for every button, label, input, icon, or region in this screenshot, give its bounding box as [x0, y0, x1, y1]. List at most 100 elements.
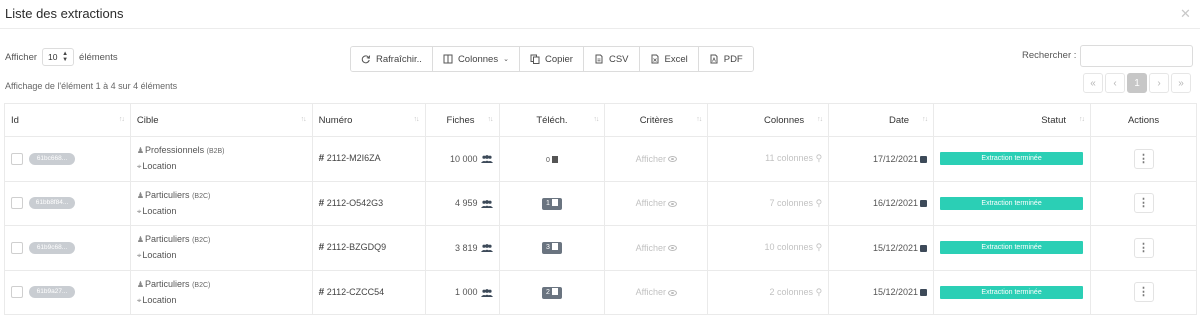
- id-pill: 61b9a27...: [29, 286, 75, 299]
- criteres-link[interactable]: Afficher: [636, 243, 666, 253]
- cell-criteres[interactable]: Afficher: [604, 136, 709, 182]
- cell-date: 15/12/2021: [828, 225, 935, 271]
- page-title: Liste des extractions: [5, 6, 124, 21]
- next-page-button[interactable]: ›: [1149, 73, 1169, 93]
- hash-icon: #: [318, 242, 325, 254]
- col-header-criteres[interactable]: Critères ↑↓: [604, 103, 709, 137]
- colonnes-link[interactable]: 7 colonnes: [770, 198, 814, 208]
- select-arrows-icon: ▲ ▼: [62, 51, 69, 63]
- page-1-button[interactable]: 1: [1127, 73, 1147, 93]
- cell-criteres[interactable]: Afficher: [604, 180, 709, 226]
- file-icon: [551, 198, 558, 206]
- close-icon[interactable]: ✕: [1180, 6, 1191, 22]
- col-header-fiches[interactable]: Fiches ↑↓: [424, 103, 500, 137]
- downloads-value: 2: [545, 288, 550, 296]
- hash-icon: #: [318, 286, 325, 298]
- excel-button[interactable]: Excel: [639, 47, 699, 71]
- zoom-icon: ⚲: [815, 153, 823, 164]
- first-page-button[interactable]: «: [1083, 73, 1103, 93]
- zoom-icon: ⚲: [815, 286, 823, 297]
- csv-button[interactable]: CSV: [583, 47, 640, 71]
- header-divider: [0, 28, 1200, 29]
- col-header-id[interactable]: Id ↑↓: [4, 103, 131, 137]
- criteres-link[interactable]: Afficher: [636, 154, 666, 164]
- eye-icon: [668, 245, 677, 252]
- more-actions-button[interactable]: ⋮: [1133, 148, 1154, 169]
- col-header-date[interactable]: Date ↑↓: [828, 103, 935, 137]
- row-checkbox[interactable]: [11, 197, 23, 210]
- user-icon: ♟: [136, 279, 145, 289]
- cell-colonnes[interactable]: 7 colonnes ⚲: [707, 180, 830, 226]
- cible-location: Location: [142, 294, 177, 305]
- colonnes-link[interactable]: 2 colonnes: [770, 287, 814, 297]
- fiches-value: 4 959: [454, 198, 478, 209]
- search-input[interactable]: [1080, 45, 1193, 67]
- more-actions-button[interactable]: ⋮: [1133, 193, 1154, 214]
- downloads-badge[interactable]: 3: [541, 242, 562, 255]
- row-checkbox[interactable]: [11, 241, 23, 254]
- length-suffix: éléments: [79, 51, 118, 63]
- cell-numero: # 2112-M2I6ZA: [311, 136, 426, 182]
- colonnes-link[interactable]: 11 colonnes: [765, 153, 813, 163]
- page-length-select[interactable]: 10 ▲ ▼: [42, 48, 75, 66]
- cell-criteres[interactable]: Afficher: [604, 269, 709, 315]
- prev-page-button[interactable]: ‹: [1105, 73, 1125, 93]
- criteres-link[interactable]: Afficher: [636, 287, 666, 297]
- eye-icon: [668, 200, 677, 207]
- table-row[interactable]: 61bc668... ♟Professionnels (B2B) ⌖Location…: [4, 136, 1197, 182]
- refresh-icon: [361, 55, 371, 64]
- people-icon: [480, 155, 493, 164]
- sort-icon: ↑↓: [922, 116, 928, 123]
- fiches-value: 1 000: [454, 287, 478, 298]
- copy-button[interactable]: Copier: [519, 47, 584, 71]
- table-row[interactable]: 61bb8f84... ♟Particuliers (B2C) ⌖Location #…: [4, 180, 1197, 226]
- refresh-button[interactable]: Rafraîchir..: [351, 47, 433, 71]
- more-actions-button[interactable]: ⋮: [1133, 237, 1154, 258]
- export-toolbar: Rafraîchir.. Colonnes ⌄ Copier CSV Excel…: [350, 46, 754, 72]
- cell-date: 17/12/2021: [828, 136, 935, 182]
- table-row[interactable]: 61b9a27... ♟Particuliers (B2C) ⌖Location # …: [4, 269, 1197, 315]
- downloads-badge[interactable]: 1: [541, 197, 562, 210]
- col-label: Téléch.: [536, 114, 568, 126]
- col-header-colonnes[interactable]: Colonnes ↑↓: [707, 103, 830, 137]
- cell-numero: # 2112-CZCC54: [311, 269, 426, 315]
- cell-colonnes[interactable]: 2 colonnes ⚲: [707, 269, 830, 315]
- cell-criteres[interactable]: Afficher: [604, 225, 709, 271]
- csv-label: CSV: [608, 53, 629, 65]
- cell-cible: ♟Particuliers (B2C) ⌖Location: [129, 225, 313, 271]
- table-body: 61bc668... ♟Professionnels (B2B) ⌖Location…: [4, 136, 1197, 315]
- file-icon: [551, 287, 558, 295]
- pdf-button[interactable]: PDF: [698, 47, 753, 71]
- table-header-row: Id ↑↓ Cible ↑↓ Numéro ↑↓ Fiches ↑↓ Téléch. ↑↓…: [4, 103, 1197, 137]
- cell-actions: ⋮: [1090, 180, 1197, 226]
- location-icon: ⌖: [136, 162, 142, 172]
- row-checkbox[interactable]: [11, 152, 23, 165]
- cell-actions: ⋮: [1090, 269, 1197, 315]
- criteres-link[interactable]: Afficher: [636, 198, 666, 208]
- cell-id: 61b9c68...: [4, 225, 131, 271]
- sort-icon: ↑↓: [413, 116, 420, 123]
- table-row[interactable]: 61b9c68... ♟Particuliers (B2C) ⌖Location # …: [4, 225, 1197, 271]
- downloads-badge[interactable]: 2: [541, 286, 562, 299]
- last-page-button[interactable]: »: [1171, 73, 1191, 93]
- page-length-control: Afficher 10 ▲ ▼ éléments: [5, 48, 118, 66]
- fiches-value: 3 819: [454, 242, 478, 253]
- col-header-cible[interactable]: Cible ↑↓: [129, 103, 313, 137]
- file-icon: [551, 243, 558, 251]
- col-header-numero[interactable]: Numéro ↑↓: [311, 103, 426, 137]
- user-icon: ♟: [136, 190, 145, 200]
- colonnes-link[interactable]: 10 colonnes: [765, 242, 814, 252]
- cell-statut: Extraction terminée: [933, 269, 1092, 315]
- col-header-statut[interactable]: Statut ↑↓: [933, 103, 1092, 137]
- row-checkbox[interactable]: [11, 286, 23, 299]
- sort-icon: ↑↓: [1079, 116, 1085, 123]
- cell-statut: Extraction terminée: [933, 225, 1092, 271]
- more-actions-button[interactable]: ⋮: [1133, 282, 1154, 303]
- cible-location: Location: [142, 161, 177, 172]
- columns-label: Colonnes: [457, 53, 499, 65]
- cell-colonnes[interactable]: 10 colonnes ⚲: [707, 225, 830, 271]
- columns-button[interactable]: Colonnes ⌄: [432, 47, 520, 71]
- cible-tag: (B2C): [192, 281, 211, 289]
- col-header-telech[interactable]: Téléch. ↑↓: [498, 103, 606, 137]
- cell-colonnes[interactable]: 11 colonnes ⚲: [707, 136, 830, 182]
